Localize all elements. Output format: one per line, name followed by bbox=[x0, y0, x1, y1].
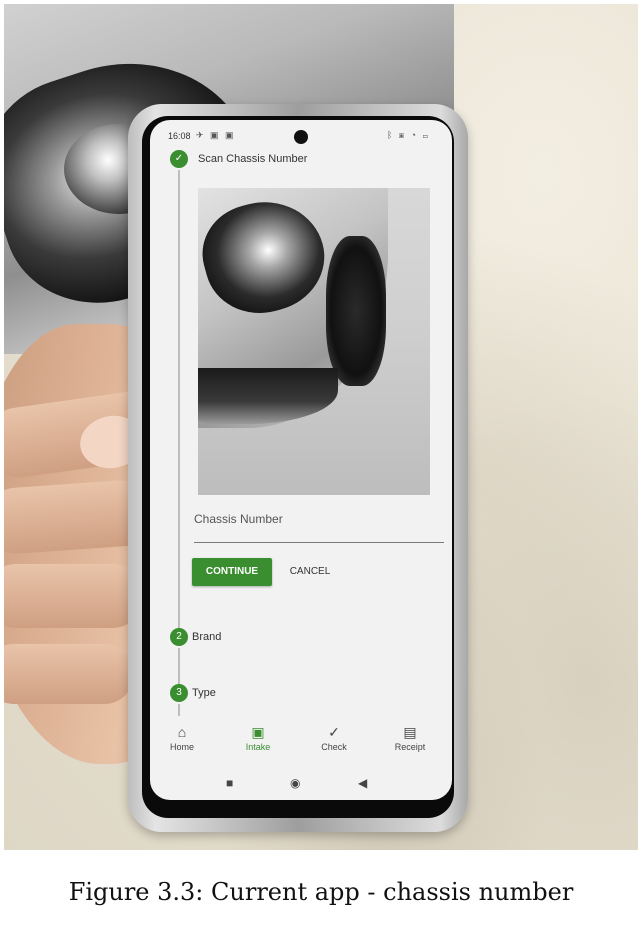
preview-wheel bbox=[326, 236, 386, 386]
notification-icons: ✈ ▣ ▣ bbox=[196, 130, 236, 140]
receipt-icon: ▤ bbox=[403, 724, 417, 740]
front-camera bbox=[294, 130, 308, 144]
chassis-number-underline bbox=[194, 542, 444, 543]
step-number-badge: 3 bbox=[170, 684, 188, 702]
figure-caption: Figure 3.3: Current app - chassis number bbox=[68, 878, 574, 906]
step-label-brand[interactable]: Brand bbox=[192, 631, 221, 643]
nav-home[interactable]: ⌂ Home bbox=[152, 724, 212, 752]
recents-icon[interactable]: ■ bbox=[226, 776, 233, 790]
nav-intake[interactable]: ▣ Intake bbox=[228, 724, 288, 752]
cancel-button[interactable]: CANCEL bbox=[280, 558, 340, 586]
inbox-icon: ▣ bbox=[251, 724, 265, 740]
check-icon: ✓ bbox=[328, 724, 340, 740]
status-time: 16:08 bbox=[168, 131, 191, 141]
back-icon[interactable]: ◀ bbox=[358, 776, 367, 790]
camera-preview[interactable] bbox=[198, 188, 430, 495]
home-circle-icon[interactable]: ◉ bbox=[290, 776, 300, 790]
system-icons: ᛒ ▣ ◔ ▭ bbox=[386, 130, 430, 140]
nav-check[interactable]: ✓ Check bbox=[304, 724, 364, 752]
step-check-icon: ✓ bbox=[170, 150, 188, 168]
phone-screen: 16:08 ✈ ▣ ▣ ᛒ ▣ ◔ ▭ ✓ Scan Chassis Numbe… bbox=[150, 120, 452, 800]
chassis-number-field[interactable]: Chassis Number bbox=[194, 512, 283, 526]
bottom-navigation: ⌂ Home ▣ Intake ✓ Check ▤ Receipt bbox=[150, 716, 452, 766]
stepper-connector bbox=[178, 170, 180, 630]
status-bar: 16:08 ✈ ▣ ▣ ᛒ ▣ ◔ ▭ bbox=[150, 120, 452, 148]
continue-button[interactable]: CONTINUE bbox=[192, 558, 272, 586]
nav-receipt[interactable]: ▤ Receipt bbox=[380, 724, 440, 752]
finger bbox=[4, 564, 144, 628]
system-navigation-bar: ■ ◉ ◀ bbox=[150, 768, 452, 800]
finger bbox=[4, 644, 134, 704]
stepper-connector bbox=[178, 648, 180, 686]
home-icon: ⌂ bbox=[177, 724, 187, 740]
step-label-type[interactable]: Type bbox=[192, 687, 216, 699]
step-number-badge: 2 bbox=[170, 628, 188, 646]
step-label-scan-chassis[interactable]: Scan Chassis Number bbox=[198, 153, 307, 165]
